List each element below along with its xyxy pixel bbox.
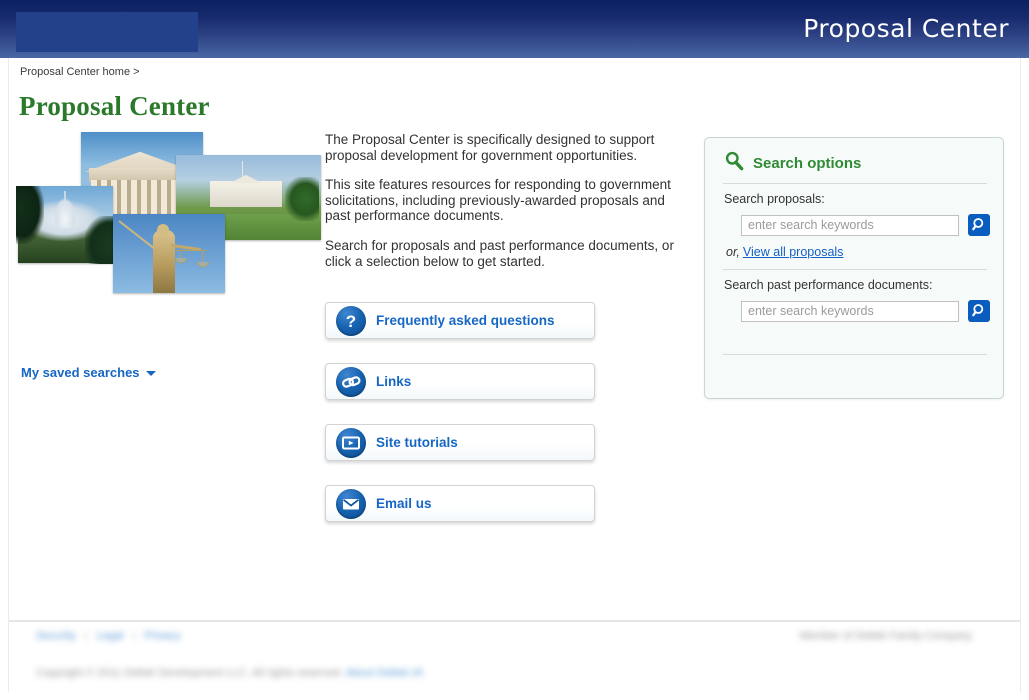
- svg-text:?: ?: [346, 312, 356, 331]
- intro-paragraph-3: Search for proposals and past performanc…: [325, 237, 674, 269]
- intro-paragraph-2: This site features resources for respond…: [325, 177, 671, 224]
- panel-divider-3: [723, 354, 987, 355]
- page-footer: Security | Legal | Privacy Member of Deltek …: [0, 622, 1029, 700]
- my-saved-searches-label: My saved searches: [21, 365, 140, 380]
- links-button[interactable]: Links: [325, 363, 595, 400]
- page-title: Proposal Center: [19, 91, 210, 121]
- intro-paragraph-1: The Proposal Center is specifically desi…: [325, 132, 655, 163]
- my-saved-searches-toggle[interactable]: My saved searches: [21, 365, 156, 380]
- app-header: Proposal Center: [0, 0, 1029, 58]
- footer-about-link[interactable]: About Deltek s5: [345, 667, 423, 679]
- search-proposals-field-group: [741, 214, 991, 236]
- search-past-performance-input[interactable]: [741, 300, 959, 322]
- video-play-icon: [336, 428, 366, 458]
- footer-link-privacy[interactable]: Privacy: [144, 630, 180, 642]
- footer-sep-1: |: [84, 630, 88, 642]
- search-past-performance-label: Search past performance documents:: [724, 278, 933, 292]
- footer-copyright-text: Copyright © 2011 Deltek Development LLC.…: [36, 667, 343, 679]
- magnifier-icon: [723, 150, 745, 177]
- chain-link-icon: [336, 367, 366, 397]
- page-root: Proposal Center Proposal Center home > P…: [0, 0, 1029, 700]
- faq-button[interactable]: ? Frequently asked questions: [325, 302, 595, 339]
- app-title: Proposal Center: [803, 14, 1009, 43]
- footer-right-text: Member of Deltek Family Company: [799, 630, 972, 642]
- breadcrumb[interactable]: Proposal Center home >: [20, 66, 140, 78]
- search-past-performance-go-button[interactable]: [968, 300, 991, 322]
- photo-collage: [16, 130, 321, 315]
- email-us-button-label: Email us: [376, 496, 432, 511]
- view-all-proposals-link[interactable]: View all proposals: [743, 245, 844, 259]
- chevron-down-icon: [145, 371, 156, 377]
- quick-links-list: ? Frequently asked questions Links Site …: [325, 302, 595, 546]
- footer-copyright: Copyright © 2011 Deltek Development LLC.…: [36, 667, 423, 679]
- panel-divider-2: [723, 269, 987, 270]
- lady-justice-photo: [113, 214, 225, 293]
- panel-divider-1: [723, 183, 987, 184]
- search-past-performance-field-group: [741, 300, 991, 322]
- envelope-icon: [336, 489, 366, 519]
- site-tutorials-button-label: Site tutorials: [376, 435, 458, 450]
- footer-link-legal[interactable]: Legal: [97, 630, 124, 642]
- or-text: or,: [726, 245, 740, 259]
- us-capitol-photo: [16, 186, 117, 264]
- faq-button-label: Frequently asked questions: [376, 313, 555, 328]
- email-us-button[interactable]: Email us: [325, 485, 595, 522]
- footer-link-security[interactable]: Security: [36, 630, 76, 642]
- footer-links: Security | Legal | Privacy: [36, 630, 189, 642]
- footer-sep-2: |: [132, 630, 136, 642]
- search-options-panel: Search options Search proposals: or,View…: [704, 137, 1004, 399]
- site-tutorials-button[interactable]: Site tutorials: [325, 424, 595, 461]
- links-button-label: Links: [376, 374, 412, 389]
- search-proposals-label: Search proposals:: [724, 192, 825, 206]
- question-mark-icon: ?: [336, 306, 366, 336]
- search-proposals-input[interactable]: [741, 214, 959, 236]
- search-options-header: Search options: [723, 150, 861, 177]
- view-all-proposals-row: or, View all proposals: [726, 245, 843, 259]
- search-proposals-go-button[interactable]: [968, 214, 991, 236]
- intro-text: The Proposal Center is specifically desi…: [325, 132, 680, 283]
- logo-placeholder[interactable]: [16, 12, 198, 52]
- search-options-title: Search options: [753, 155, 862, 172]
